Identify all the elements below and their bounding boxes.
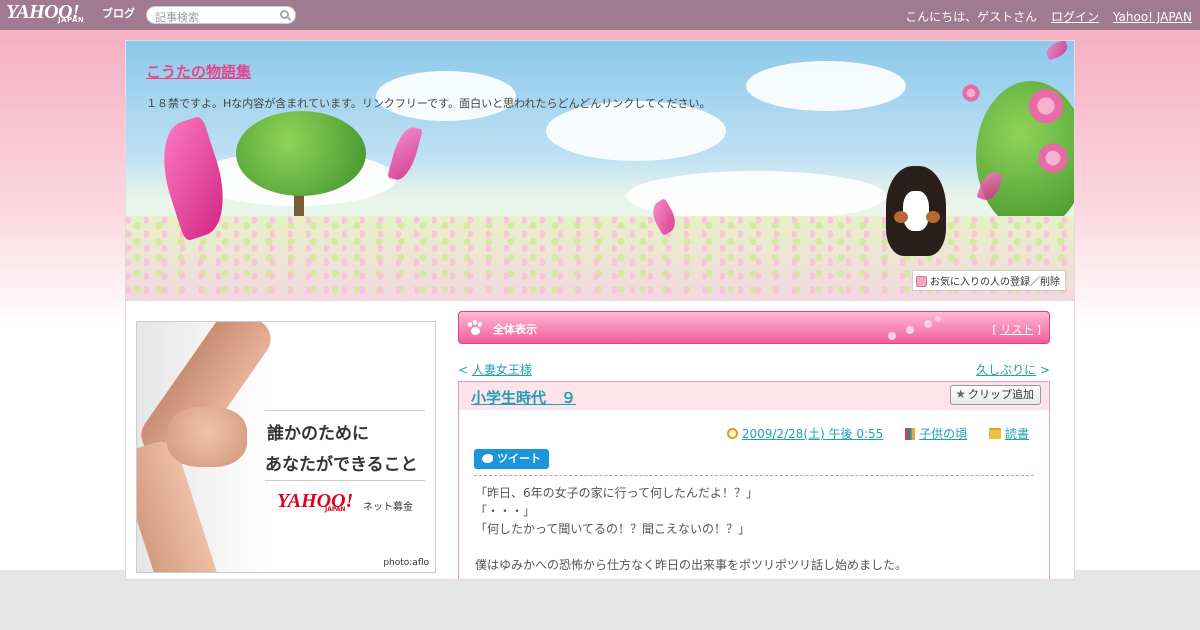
folder-icon: [988, 428, 1001, 439]
next-post: 久しぶりに >: [976, 363, 1050, 377]
yahoo-donation-ad[interactable]: 誰かのために あなたができること YAHOO! JAPAN ネット募金 phot…: [136, 321, 436, 573]
dog-cheek: [926, 211, 940, 223]
top-bar: YAHOO! JAPAN ブログ 記事検索 こんにちは、ゲストさん ログイン Y…: [0, 0, 1200, 30]
ad-headline-2: あなたができること: [265, 455, 418, 475]
category-link[interactable]: 子供の頃: [919, 427, 967, 441]
subcategory-link[interactable]: 読書: [1005, 427, 1029, 441]
favorite-register-button[interactable]: お気に入りの人の登録／削除: [912, 270, 1066, 291]
paw-icon: [467, 320, 483, 336]
paw-decoration-icon: [888, 316, 941, 340]
petal: [387, 124, 423, 183]
post-date-link[interactable]: 2009/2/28(土) 午後 0:55: [742, 427, 883, 441]
divider: [265, 410, 425, 411]
blog-logo-label[interactable]: ブログ: [102, 5, 135, 21]
photo-credit: photo:aflo: [383, 558, 429, 568]
heart-icon: [916, 276, 927, 287]
prev-post-link[interactable]: 人妻女王様: [472, 363, 532, 377]
login-link[interactable]: ログイン: [1051, 10, 1099, 24]
page-container: こうたの物語集 １８禁ですよ。Hな内容が含まれています。リンクフリーです。面白い…: [125, 40, 1075, 580]
books-icon: [905, 428, 916, 440]
blog-description: １８禁ですよ。Hな内容が含まれています。リンクフリーです。面白いと思われたらどん…: [146, 97, 711, 110]
search-input[interactable]: 記事検索: [146, 6, 296, 24]
account-links: こんにちは、ゲストさん ログイン Yahoo! JAPAN: [905, 8, 1192, 25]
dog-cheek: [894, 211, 908, 223]
greeting-text: こんにちは、ゲストさん: [905, 10, 1038, 24]
blog-post: 小学生時代 ９ ★ クリップ追加 2009/2/28(土) 午後 0:55 子供の…: [458, 381, 1050, 579]
post-header: 小学生時代 ９ ★ クリップ追加: [459, 382, 1049, 410]
post-paragraph: 「・・・」: [475, 504, 536, 518]
search-placeholder: 記事検索: [155, 11, 199, 24]
clip-add-button[interactable]: ★ クリップ追加: [950, 385, 1041, 405]
next-post-link[interactable]: 久しぶりに: [976, 363, 1036, 377]
post-paragraph: 「何したかって聞いてるの！？聞こえないの！？」: [475, 522, 751, 536]
blog-title[interactable]: こうたの物語集: [146, 61, 251, 82]
flower: [961, 83, 981, 103]
twitter-bird-icon: [482, 454, 493, 463]
post-paragraph: [475, 538, 1035, 556]
ad-tagline: ネット募金: [363, 502, 413, 513]
dog-face: [903, 191, 929, 231]
yahoo-japan-link[interactable]: Yahoo! JAPAN: [1113, 10, 1192, 24]
ad-yahoo-logo-sub: JAPAN: [325, 506, 346, 513]
post-paragraph: 「昨日、6年の女子の家に行って何したんだよ！？」: [475, 486, 759, 500]
tweet-button[interactable]: ツイート: [474, 449, 549, 469]
star-icon: ★: [955, 387, 966, 401]
clock-icon: [726, 428, 738, 439]
ad-headline-1: 誰かのために: [267, 424, 369, 444]
post-meta: 2009/2/28(土) 午後 0:55 子供の頃 読書: [726, 425, 1029, 442]
flower: [1036, 141, 1070, 175]
flower: [1026, 86, 1066, 126]
tree: [236, 111, 366, 196]
post-title[interactable]: 小学生時代 ９: [471, 387, 576, 408]
post-body: 「昨日、6年の女子の家に行って何したんだよ！？」 「・・・」 「何したかって聞い…: [475, 484, 1035, 574]
cloud: [746, 61, 906, 111]
favorite-register-label: お気に入りの人の登録／削除: [930, 277, 1060, 288]
handshake-image: [167, 407, 247, 467]
search-icon[interactable]: [280, 10, 289, 19]
list-link-wrap: [ リスト ]: [992, 323, 1041, 336]
list-link[interactable]: リスト: [1000, 323, 1033, 336]
divider: [474, 475, 1034, 476]
prev-post: < 人妻女王様: [458, 363, 532, 377]
divider: [265, 480, 425, 481]
post-paragraph: 僕はゆみかへの恐怖から仕方なく昨日の出来事をポツリポツリ話し始めました。: [475, 558, 908, 572]
yahoo-logo-sub: JAPAN: [58, 16, 85, 24]
all-view-bar: 全体表示 [ リスト ]: [458, 311, 1050, 344]
all-view-label[interactable]: 全体表示: [493, 321, 537, 337]
petal: [1044, 41, 1070, 61]
header-banner: こうたの物語集 １８禁ですよ。Hな内容が含まれています。リンクフリーです。面白い…: [126, 41, 1074, 301]
